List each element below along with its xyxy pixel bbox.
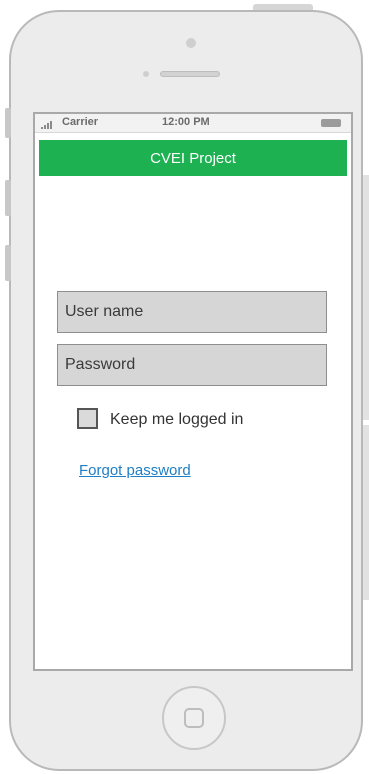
app-header: CVEI Project [39, 140, 347, 176]
camera-icon [186, 38, 196, 48]
right-edge-rail-lower [363, 425, 369, 600]
right-edge-rail [363, 175, 369, 420]
app-title: CVEI Project [150, 149, 236, 167]
status-time: 12:00 PM [162, 116, 210, 128]
home-button[interactable] [162, 686, 226, 750]
speaker-grille [160, 71, 220, 77]
password-input[interactable] [57, 344, 327, 386]
home-button-icon [184, 708, 204, 728]
signal-bars-icon [41, 121, 52, 129]
keep-logged-in-label: Keep me logged in [110, 411, 244, 428]
carrier-label: Carrier [62, 116, 99, 128]
volume-down-button [5, 245, 11, 281]
volume-up-button [5, 180, 11, 216]
sensor-dot [143, 71, 149, 77]
username-input[interactable] [57, 291, 327, 333]
status-bar: Carrier 12:00 PM [35, 114, 351, 133]
keep-logged-in-checkbox[interactable] [77, 408, 98, 429]
battery-icon [321, 119, 341, 127]
mute-switch [5, 108, 11, 138]
forgot-password-link[interactable]: Forgot password [79, 462, 191, 479]
phone-screen: Carrier 12:00 PM CVEI Project Keep me lo… [33, 112, 353, 671]
